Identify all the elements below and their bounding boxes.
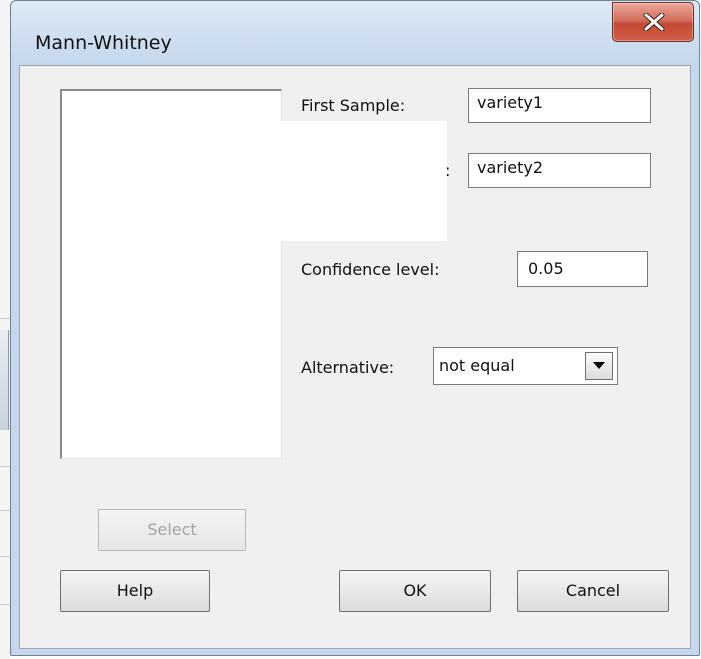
cancel-button[interactable]: Cancel — [517, 570, 669, 612]
first-sample-label: First Sample: — [301, 96, 406, 115]
alternative-dropdown-button[interactable] — [585, 352, 613, 380]
confidence-level-label: Confidence level: — [301, 260, 440, 279]
background-app-strip — [0, 0, 10, 659]
select-button[interactable]: Select — [98, 509, 246, 551]
chevron-down-icon — [593, 362, 605, 369]
help-button[interactable]: Help — [60, 570, 210, 612]
alternative-selected-value: not equal — [439, 356, 515, 375]
background-divider — [0, 318, 10, 319]
background-divider — [0, 510, 10, 511]
background-divider — [0, 604, 10, 605]
alternative-select[interactable]: not equal — [433, 347, 618, 385]
first-sample-input[interactable]: variety1 — [468, 88, 651, 123]
confidence-level-input[interactable]: 0.05 — [517, 251, 648, 287]
background-tab — [0, 330, 9, 430]
obscured-region — [273, 121, 447, 241]
second-sample-input[interactable]: variety2 — [468, 153, 651, 188]
background-divider — [0, 556, 10, 557]
alternative-label: Alternative: — [301, 358, 395, 377]
ok-button[interactable]: OK — [339, 570, 491, 612]
mann-whitney-dialog: Mann-Whitney First Sample: variety1 : va… — [10, 0, 700, 656]
second-sample-label: : — [445, 161, 451, 180]
dialog-title: Mann-Whitney — [35, 32, 172, 54]
dialog-body: First Sample: variety1 : variety2 Confid… — [19, 65, 691, 649]
close-button[interactable] — [612, 2, 694, 42]
background-divider — [0, 466, 10, 467]
close-icon — [643, 13, 665, 31]
variable-list[interactable] — [60, 89, 282, 459]
title-bar[interactable]: Mann-Whitney — [11, 1, 699, 65]
